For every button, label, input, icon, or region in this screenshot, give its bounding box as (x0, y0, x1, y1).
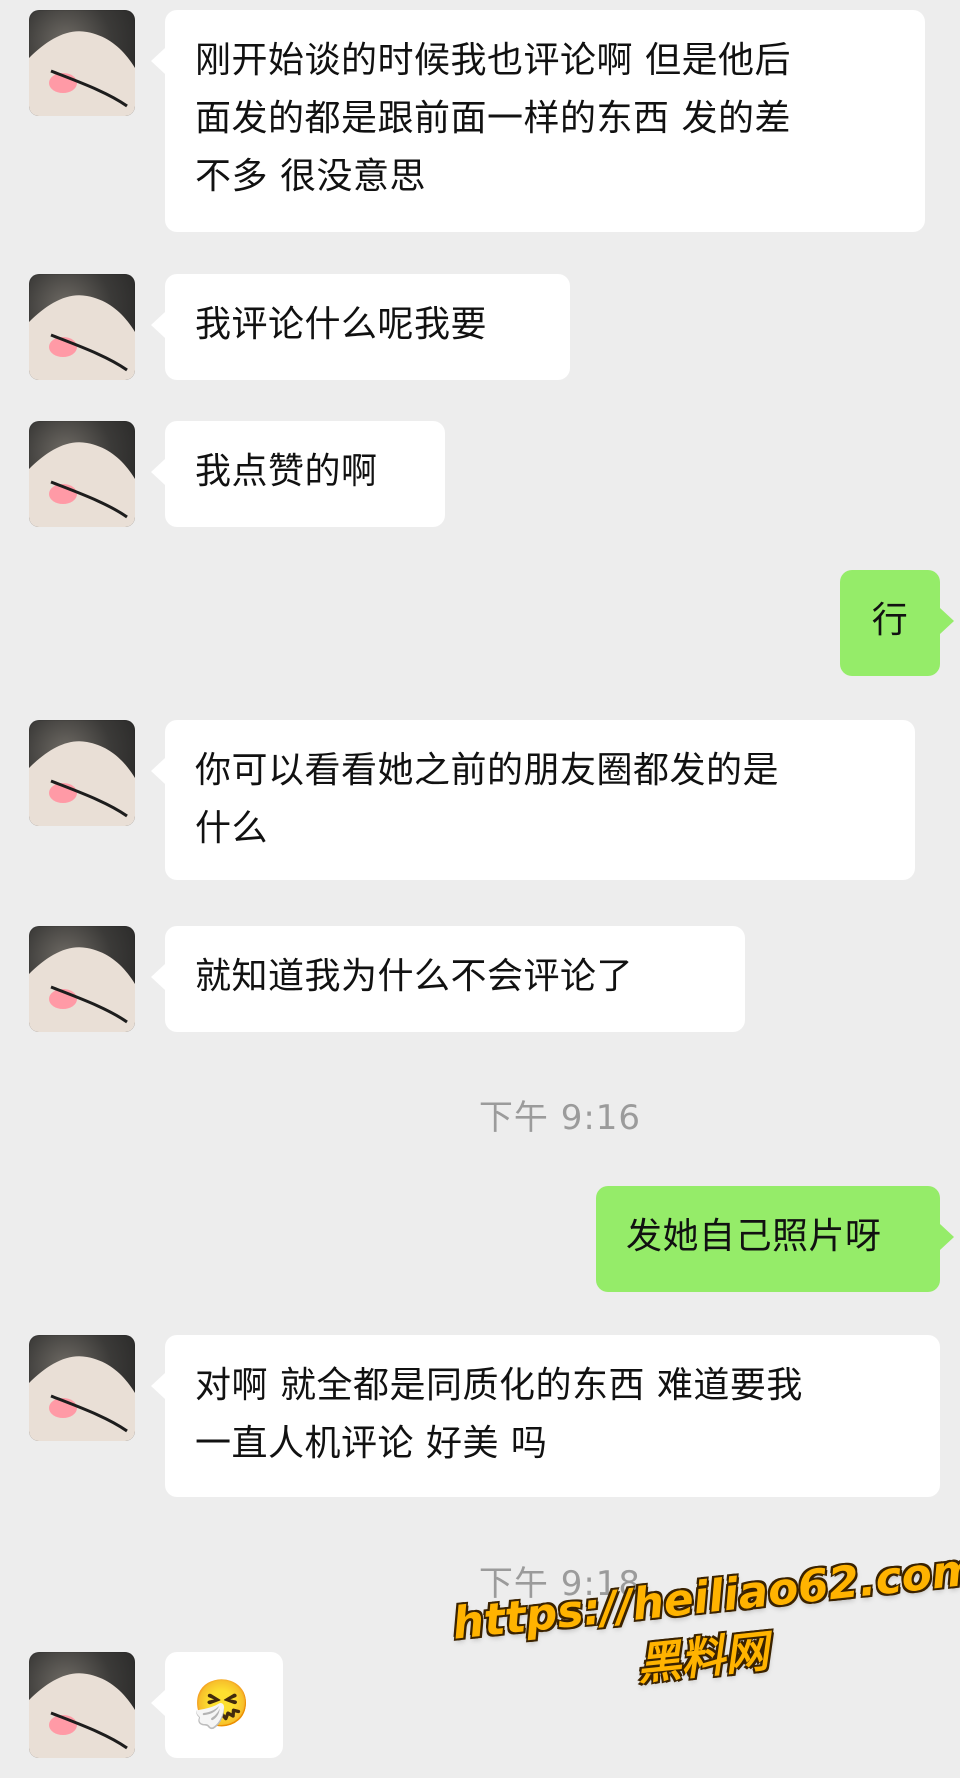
message-text: 我点赞的啊 (195, 451, 378, 492)
message-bubble-incoming[interactable]: 刚开始谈的时候我也评论啊 但是他后 面发的都是跟前面一样的东西 发的差 不多 很… (151, 10, 925, 232)
message-text: 我评论什么呢我要 (195, 304, 488, 345)
message-bubble-incoming[interactable]: 你可以看看她之前的朋友圈都发的是 什么 (151, 720, 915, 880)
message-timestamp: 下午 9:16 (478, 1098, 642, 1138)
contact-avatar[interactable] (29, 421, 135, 527)
message-bubble-incoming[interactable]: 我点赞的啊 (151, 421, 445, 527)
message-text: 对啊 就全都是同质化的东西 难道要我 一直人机评论 好美 吗 (195, 1365, 803, 1464)
message-bubble-outgoing[interactable]: 行 (840, 570, 954, 676)
contact-avatar[interactable] (29, 274, 135, 380)
message-bubble-incoming[interactable]: 就知道我为什么不会评论了 (151, 926, 745, 1032)
message-timestamp: 下午 9:18 (478, 1564, 642, 1604)
message-bubble-incoming[interactable]: 我评论什么呢我要 (151, 274, 570, 380)
sneezing-face-emoji-icon: 🤧 (193, 1676, 251, 1730)
contact-avatar[interactable] (29, 926, 135, 1032)
contact-avatar[interactable] (29, 1335, 135, 1441)
message-text: 就知道我为什么不会评论了 (195, 956, 634, 997)
message-text: 行 (871, 600, 909, 641)
message-text: 你可以看看她之前的朋友圈都发的是 什么 (195, 750, 780, 849)
message-bubble-incoming[interactable]: 🤧 (151, 1652, 283, 1758)
message-text: 发她自己照片呀 (626, 1216, 882, 1257)
contact-avatar[interactable] (29, 720, 135, 826)
contact-avatar[interactable] (29, 10, 135, 116)
message-bubble-incoming[interactable]: 对啊 就全都是同质化的东西 难道要我 一直人机评论 好美 吗 (151, 1335, 940, 1497)
chat-message-list[interactable]: 刚开始谈的时候我也评论啊 但是他后 面发的都是跟前面一样的东西 发的差 不多 很… (0, 0, 960, 1778)
message-bubble-outgoing[interactable]: 发她自己照片呀 (596, 1186, 954, 1292)
message-text: 刚开始谈的时候我也评论啊 但是他后 面发的都是跟前面一样的东西 发的差 不多 很… (195, 40, 791, 197)
contact-avatar[interactable] (29, 1652, 135, 1758)
